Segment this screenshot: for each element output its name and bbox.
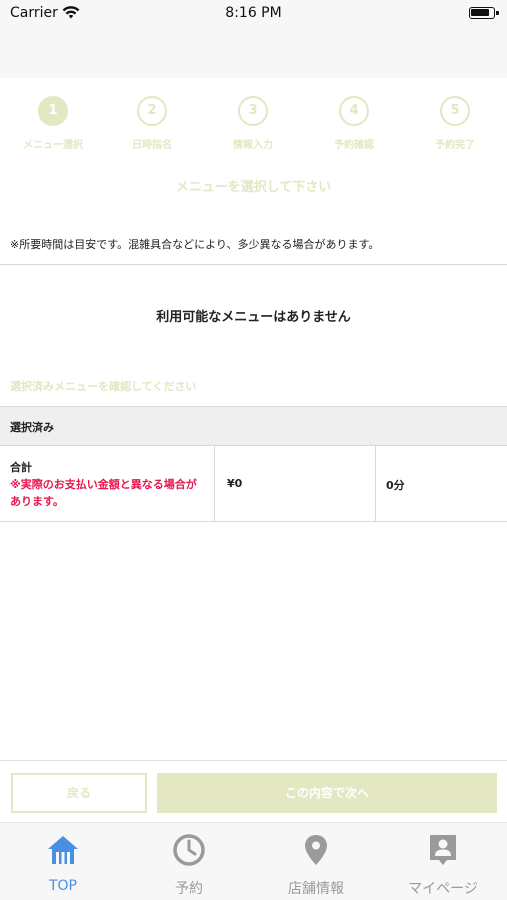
step-label: 日時指名 xyxy=(132,140,172,151)
step-number: 2 xyxy=(137,96,167,126)
status-time: 8:16 PM xyxy=(225,5,282,21)
confirm-selected-label: 選択済みメニューを確認してください xyxy=(10,380,197,393)
tab-label: 店舗情報 xyxy=(288,881,344,897)
profile-icon xyxy=(430,835,456,865)
step-label: 情報入力 xyxy=(233,140,273,151)
tab-label: マイページ xyxy=(408,881,478,897)
step-number: 5 xyxy=(440,96,470,126)
step-4: 4 予約確認 xyxy=(304,96,404,151)
navigation-bar xyxy=(0,28,507,78)
tab-reservation[interactable]: 予約 xyxy=(126,823,252,900)
total-price-cell: ¥0 xyxy=(215,446,376,521)
step-5: 5 予約完了 xyxy=(405,96,505,151)
total-row: 合計 ※実際のお支払い金額と異なる場合があります。 ¥0 0分 xyxy=(0,446,507,522)
empty-menu-message: 利用可能なメニューはありません xyxy=(156,310,351,325)
status-bar: Carrier 8:16 PM xyxy=(0,0,507,28)
step-label: 予約完了 xyxy=(435,140,475,151)
step-number: 4 xyxy=(339,96,369,126)
step-label: 予約確認 xyxy=(334,140,374,151)
selected-header: 選択済み xyxy=(0,406,507,446)
total-price: ¥0 xyxy=(227,477,243,490)
battery-icon xyxy=(469,7,499,19)
map-pin-icon xyxy=(305,835,327,865)
total-label: 合計 xyxy=(10,461,32,474)
step-number: 1 xyxy=(38,96,68,126)
step-number: 3 xyxy=(238,96,268,126)
action-bar: 戻る この内容で次へ xyxy=(0,760,507,822)
step-3: 3 情報入力 xyxy=(203,96,303,151)
divider xyxy=(0,264,507,265)
step-1: 1 メニュー選択 xyxy=(3,96,103,151)
tab-store-info[interactable]: 店舗情報 xyxy=(253,823,379,900)
total-label-cell: 合計 ※実際のお支払い金額と異なる場合があります。 xyxy=(0,446,215,521)
tab-label: 予約 xyxy=(175,881,203,897)
tab-bar: TOP 予約 店舗情報 マイページ xyxy=(0,822,507,900)
total-time: 0分 xyxy=(386,479,405,492)
payment-warning: ※実際のお支払い金額と異なる場合があります。 xyxy=(10,478,197,508)
tab-label: TOP xyxy=(48,878,77,894)
next-button[interactable]: この内容で次へ xyxy=(157,773,497,813)
step-indicator: 1 メニュー選択 2 日時指名 3 情報入力 4 予約確認 5 予約完了 xyxy=(0,96,507,156)
duration-note: ※所要時間は目安です。混雑具合などにより、多少異なる場合があります。 xyxy=(10,238,380,251)
tab-mypage[interactable]: マイページ xyxy=(380,823,506,900)
step-2: 2 日時指名 xyxy=(102,96,202,151)
clock-icon xyxy=(173,834,205,866)
tab-top[interactable]: TOP xyxy=(0,823,126,900)
back-button[interactable]: 戻る xyxy=(11,773,147,813)
step-label: メニュー選択 xyxy=(23,140,83,151)
total-time-cell: 0分 xyxy=(376,446,507,521)
section-title: メニューを選択して下さい xyxy=(175,180,332,195)
home-icon xyxy=(48,836,78,864)
selected-header-label: 選択済み xyxy=(10,421,54,434)
